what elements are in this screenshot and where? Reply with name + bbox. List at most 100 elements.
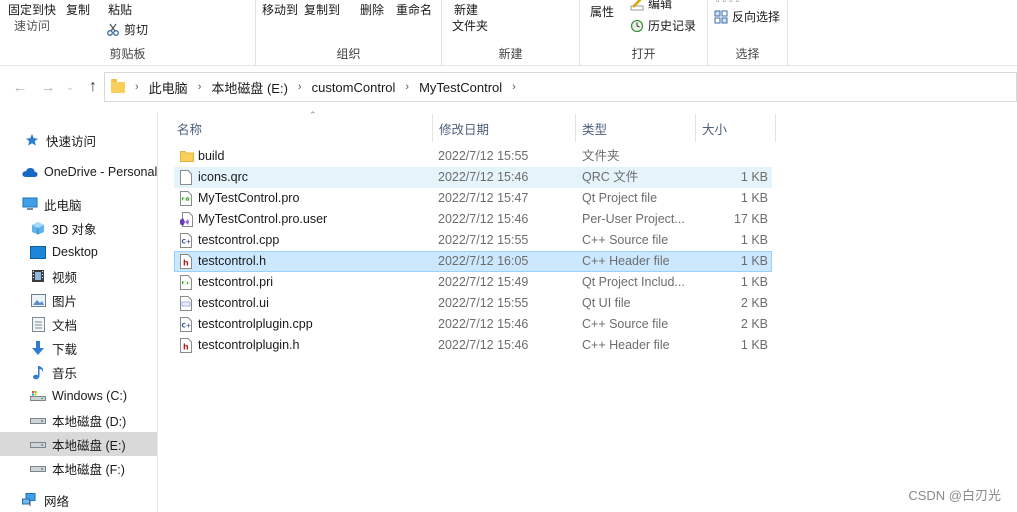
file-type: Qt UI file <box>582 296 631 310</box>
sidebar-item-label: 网络 <box>44 494 70 509</box>
forward-arrow-icon[interactable]: → <box>38 77 58 97</box>
file-name: testcontrolplugin.h <box>198 338 300 352</box>
file-type: C++ Source file <box>582 233 669 247</box>
file-date: 2022/7/12 15:47 <box>438 191 529 205</box>
file-date: 2022/7/12 15:46 <box>438 338 529 352</box>
column-header-label: 名称 <box>177 122 203 137</box>
sidebar-item-this-pc[interactable]: 此电脑 <box>0 192 157 216</box>
breadcrumb-drive-e[interactable]: 本地磁盘 (E:) <box>211 78 288 97</box>
address-bar[interactable]: › 此电脑 › 本地磁盘 (E:) › customControl › MyTe… <box>104 72 1017 102</box>
edit-button[interactable]: 编辑 <box>630 0 672 12</box>
chevron-right-icon: › <box>405 81 410 93</box>
column-header-size[interactable]: 大小 <box>696 114 776 142</box>
sidebar-item-music[interactable]: 音乐 <box>0 360 157 384</box>
drive-icon <box>30 388 46 404</box>
rename-button[interactable]: 重命名 <box>396 2 432 18</box>
sidebar-item-quick-access[interactable]: 快速访问 <box>0 128 157 152</box>
new-group: 新建 文件夹 新建 <box>442 0 580 65</box>
sidebar-item-videos[interactable]: 视频 <box>0 264 157 288</box>
ribbon: 固定到快 速访问 复制 粘贴 剪切 剪贴板 移动到 复制到 删除 重命名 组织 … <box>0 0 1017 66</box>
sidebar-item-label: OneDrive - Personal <box>44 165 157 179</box>
invert-selection-button[interactable]: 反向选择 <box>714 9 780 25</box>
sidebar-item-downloads[interactable]: 下载 <box>0 336 157 360</box>
file-row[interactable]: MyTestControl.pro 2022/7/12 15:47 Qt Pro… <box>174 188 772 209</box>
file-type: Qt Project file <box>582 191 658 205</box>
recent-locations-chevron-icon[interactable]: ⌄ <box>60 77 80 97</box>
svg-text:h: h <box>183 259 189 268</box>
copy-to-button[interactable]: 复制到 <box>304 2 340 18</box>
pri-file-icon <box>180 275 194 290</box>
file-row[interactable]: icons.qrc 2022/7/12 15:46 QRC 文件 1 KB <box>174 167 772 188</box>
breadcrumb-this-pc[interactable]: 此电脑 <box>149 78 188 97</box>
breadcrumb-mytestcontrol[interactable]: MyTestControl <box>419 80 502 95</box>
sidebar-item-pictures[interactable]: 图片 <box>0 288 157 312</box>
file-type: Per-User Project... <box>582 212 685 226</box>
column-header-date[interactable]: 修改日期 <box>433 114 576 142</box>
column-header-label: 类型 <box>582 122 608 137</box>
sidebar-item-documents[interactable]: 文档 <box>0 312 157 336</box>
file-name: testcontrol.cpp <box>198 233 280 247</box>
properties-button[interactable]: 属性 <box>590 4 614 20</box>
file-row[interactable]: C+ testcontrol.cpp 2022/7/12 15:55 C++ S… <box>174 230 772 251</box>
invert-selection-icon <box>714 10 728 24</box>
organize-group: 移动到 复制到 删除 重命名 组织 <box>256 0 442 65</box>
file-name: testcontrol.ui <box>198 296 269 310</box>
file-row[interactable]: h testcontrol.h 2022/7/12 16:05 C++ Head… <box>174 251 772 272</box>
cpp-file-icon: C+ <box>180 317 194 332</box>
column-header-name[interactable]: ⌃ 名称 <box>171 110 433 142</box>
file-name: testcontrolplugin.cpp <box>198 317 313 331</box>
sidebar-item-drive-e[interactable]: 本地磁盘 (E:) <box>0 432 157 456</box>
move-to-button[interactable]: 移动到 <box>262 2 298 18</box>
column-header-label: 修改日期 <box>439 122 490 137</box>
sidebar-item-drive-d[interactable]: 本地磁盘 (D:) <box>0 408 157 432</box>
star-icon <box>24 132 40 148</box>
paste-button[interactable]: 粘贴 <box>108 2 132 18</box>
sidebar-item-label: 视频 <box>52 270 78 285</box>
sidebar-item-label: 本地磁盘 (F:) <box>52 462 125 477</box>
video-icon <box>30 268 46 284</box>
file-row[interactable]: h testcontrolplugin.h 2022/7/12 15:46 C+… <box>174 335 772 356</box>
file-size: 2 KB <box>740 296 768 310</box>
folder-icon <box>111 78 125 93</box>
sidebar-item-network[interactable]: 网络 <box>0 488 157 512</box>
header-file-icon: h <box>180 338 194 353</box>
file-row[interactable]: testcontrol.ui 2022/7/12 15:55 Qt UI fil… <box>174 293 772 314</box>
cpp-file-icon: C+ <box>180 233 194 248</box>
cut-button[interactable]: 剪切 <box>106 22 148 38</box>
sidebar-item-label: 3D 对象 <box>52 222 97 237</box>
file-size: 1 KB <box>740 338 768 352</box>
sidebar-item-drive-c[interactable]: Windows (C:) <box>0 384 157 408</box>
file-row[interactable]: MyTestControl.pro.user 2022/7/12 15:46 P… <box>174 209 772 230</box>
sidebar-item-label: Windows (C:) <box>52 389 128 403</box>
file-name: testcontrol.h <box>198 254 267 268</box>
sidebar-item-label: 本地磁盘 (D:) <box>52 414 127 429</box>
file-row[interactable]: build 2022/7/12 15:55 文件夹 <box>174 146 772 167</box>
new-folder-button[interactable]: 新建 文件夹 <box>452 2 488 34</box>
breadcrumb-customcontrol[interactable]: customControl <box>312 80 396 95</box>
watermark: CSDN @白刃光 <box>908 488 1001 503</box>
back-arrow-icon[interactable]: ← <box>10 77 30 97</box>
edit-label: 编辑 <box>648 0 673 11</box>
file-row[interactable]: C+ testcontrolplugin.cpp 2022/7/12 15:46… <box>174 314 772 335</box>
file-size: 17 KB <box>733 212 768 226</box>
sidebar-item-3d-objects[interactable]: 3D 对象 <box>0 216 157 240</box>
file-date: 2022/7/12 15:55 <box>438 149 529 163</box>
file-type: C++ Source file <box>582 317 669 331</box>
copy-button[interactable]: 复制 <box>66 2 90 18</box>
up-arrow-icon[interactable]: ↑ <box>83 77 103 97</box>
sidebar-item-desktop[interactable]: Desktop <box>0 240 157 264</box>
clipboard-group: 固定到快 速访问 复制 粘贴 剪切 剪贴板 <box>0 0 256 65</box>
file-row[interactable]: testcontrol.pri 2022/7/12 15:49 Qt Proje… <box>174 272 772 293</box>
file-size: 1 KB <box>740 233 768 247</box>
sidebar-item-label: Desktop <box>52 245 98 259</box>
chevron-right-icon: › <box>297 81 302 93</box>
select-group-label: 选择 <box>735 47 760 61</box>
chevron-right-icon: › <box>512 81 516 93</box>
pin-quick-access-button[interactable]: 固定到快 速访问 <box>8 2 56 34</box>
column-header-type[interactable]: 类型 <box>576 114 696 142</box>
file-type: C++ Header file <box>582 338 670 352</box>
history-button[interactable]: 历史记录 <box>630 18 696 34</box>
sidebar-item-drive-f[interactable]: 本地磁盘 (F:) <box>0 456 157 480</box>
delete-button[interactable]: 删除 <box>360 2 384 18</box>
sidebar-item-onedrive[interactable]: OneDrive - Personal <box>0 160 157 184</box>
